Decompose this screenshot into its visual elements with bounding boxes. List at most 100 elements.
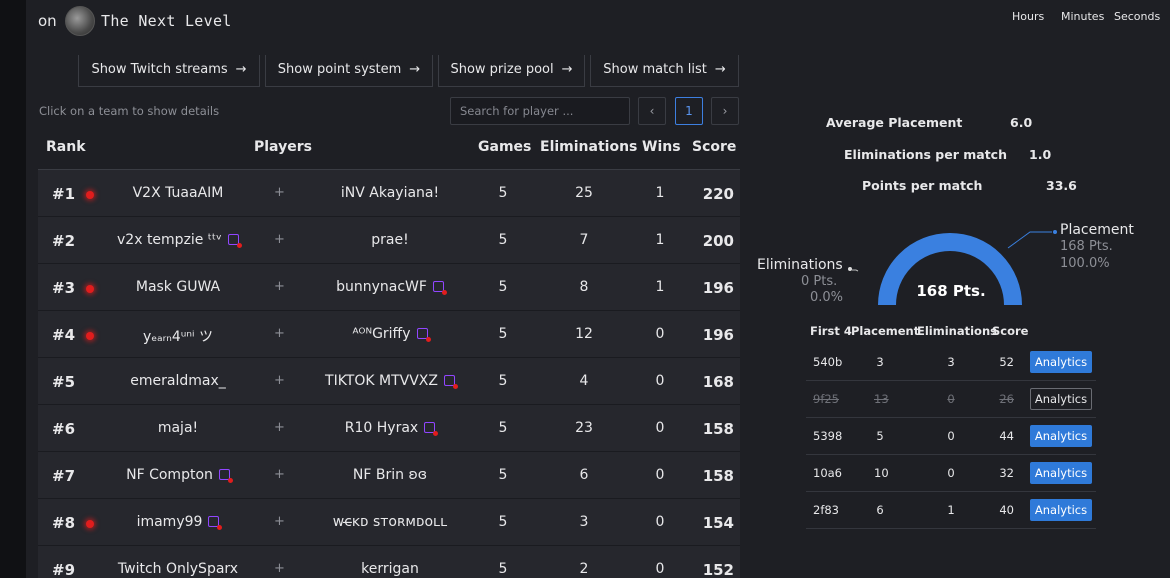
games-cell: 5 xyxy=(498,420,508,436)
show-match-list-button[interactable]: Show match list → xyxy=(590,55,739,87)
twitch-icon[interactable] xyxy=(424,422,439,436)
player-1-name: yₑₐᵣₙ4ᵘⁿⁱ ツ xyxy=(143,329,213,345)
player-1-cell[interactable]: yₑₐᵣₙ4ᵘⁿⁱ ツ xyxy=(78,326,278,346)
twitch-icon[interactable] xyxy=(443,375,458,389)
player-2-cell[interactable]: kerrigan xyxy=(310,561,470,577)
score-cell: 158 xyxy=(702,420,734,438)
player-1-cell[interactable]: maja! xyxy=(78,420,278,436)
gauge-center-value: 168 Pts. xyxy=(916,282,986,300)
twitch-icon[interactable] xyxy=(218,469,233,483)
team-row[interactable]: #9 Twitch OnlySparx + kerrigan 5 2 0 152 xyxy=(38,546,740,578)
arrow-right-icon: → xyxy=(409,62,421,77)
match-id: 10a6 xyxy=(813,466,842,480)
analytics-button[interactable]: Analytics xyxy=(1030,425,1092,447)
elims-per-match-value: 1.0 xyxy=(1029,147,1052,162)
player-search-input[interactable] xyxy=(450,97,630,125)
eliminations-cell: 6 xyxy=(579,467,589,483)
arrow-right-icon: → xyxy=(714,62,726,77)
player-2-name: prae! xyxy=(371,232,409,248)
wins-cell: 0 xyxy=(655,373,665,389)
twitch-icon[interactable] xyxy=(208,516,223,530)
next-page-button[interactable]: › xyxy=(711,97,739,125)
placement-gauge-pct: 100.0% xyxy=(1060,256,1110,271)
games-cell: 5 xyxy=(498,185,508,201)
player-2-cell[interactable]: iNV Akayiana! xyxy=(310,185,470,201)
player-1-cell[interactable]: NF Compton xyxy=(78,467,278,483)
show-prize-pool-button[interactable]: Show prize pool → xyxy=(438,55,585,87)
team-row[interactable]: #4 yₑₐᵣₙ4ᵘⁿⁱ ツ + ᴬᴼᴺGriffy 5 12 0 196 xyxy=(38,311,740,358)
show-point-system-button[interactable]: Show point system → xyxy=(265,55,433,87)
score-cell: 168 xyxy=(702,373,734,391)
player-2-cell[interactable]: wᴄ̶ᴋᴅ sᴛᴏʀᴍᴅᴏʟʟ xyxy=(310,514,470,530)
player-2-cell[interactable]: prae! xyxy=(310,232,470,248)
player-1-name: Twitch OnlySparx xyxy=(117,561,239,577)
prev-page-button[interactable]: ‹ xyxy=(638,97,666,125)
team-row[interactable]: #7 NF Compton + NF Brin ʚɞ 5 6 0 158 xyxy=(38,452,740,499)
current-page-button[interactable]: 1 xyxy=(675,97,703,125)
match-row: 2f83 6 1 40 Analytics xyxy=(806,493,1096,529)
rank-cell: #9 xyxy=(52,561,76,578)
games-cell: 5 xyxy=(498,467,508,483)
placement-gauge-pts: 168 Pts. xyxy=(1060,239,1113,254)
player-1-cell[interactable]: Mask GUWA xyxy=(78,279,278,295)
show-twitch-streams-button[interactable]: Show Twitch streams → xyxy=(78,55,260,87)
team-row[interactable]: #6 maja! + R10 Hyrax 5 23 0 158 xyxy=(38,405,740,452)
analytics-button[interactable]: Analytics xyxy=(1030,388,1092,410)
placement-leader-dot xyxy=(1053,230,1057,234)
team-row[interactable]: #5 emeraldmax_ + TIKTOK MTVVXZ 5 4 0 168 xyxy=(38,358,740,405)
rank-cell: #7 xyxy=(52,467,76,485)
rank-cell: #6 xyxy=(52,420,76,438)
analytics-button[interactable]: Analytics xyxy=(1030,462,1092,484)
team-row[interactable]: #1 V2X TuaaAIM + iNV Akayiana! 5 25 1 220 xyxy=(38,170,740,217)
match-row: 9f25 13 0 26 Analytics xyxy=(806,382,1096,418)
elims-leader-dot xyxy=(848,267,852,271)
player-2-name: iNV Akayiana! xyxy=(340,185,440,201)
rank-cell: #8 xyxy=(52,514,76,532)
player-2-cell[interactable]: bunnynacWF xyxy=(310,279,470,295)
plus-icon: + xyxy=(274,326,285,341)
match-eliminations: 3 xyxy=(947,355,955,369)
wins-cell: 1 xyxy=(655,279,665,295)
match-placement: 10 xyxy=(874,466,889,480)
seconds-label: Seconds xyxy=(1114,10,1161,23)
elims-gauge-label: Eliminations xyxy=(757,257,843,273)
score-header: Score xyxy=(992,324,1029,338)
wins-cell: 0 xyxy=(655,326,665,342)
team-row[interactable]: #3 Mask GUWA + bunnynacWF 5 8 1 196 xyxy=(38,264,740,311)
analytics-button[interactable]: Analytics xyxy=(1030,351,1092,373)
player-2-name: wᴄ̶ᴋᴅ sᴛᴏʀᴍᴅᴏʟʟ xyxy=(332,514,448,530)
player-2-name: kerrigan xyxy=(361,561,419,577)
twitch-icon[interactable] xyxy=(416,328,431,342)
player-2-name: ᴬᴼᴺGriffy xyxy=(352,326,411,342)
score-cell: 200 xyxy=(702,232,734,250)
player-2-cell[interactable]: TIKTOK MTVVXZ xyxy=(310,373,470,389)
player-2-cell[interactable]: R10 Hyrax xyxy=(310,420,470,436)
twitch-icon[interactable] xyxy=(432,281,447,295)
player-1-cell[interactable]: v2x tempzie ᵗᵗᵛ xyxy=(78,232,278,248)
match-id: 9f25 xyxy=(813,392,839,406)
player-1-cell[interactable]: Twitch OnlySparx xyxy=(78,561,278,577)
player-1-cell[interactable]: emeraldmax_ xyxy=(78,373,278,389)
team-row[interactable]: #8 imamy99 + wᴄ̶ᴋᴅ sᴛᴏʀᴍᴅᴏʟʟ 5 3 0 154 xyxy=(38,499,740,546)
score-cell: 220 xyxy=(702,185,734,203)
score-cell: 152 xyxy=(702,561,734,578)
twitch-icon[interactable] xyxy=(227,234,242,248)
player-2-cell[interactable]: NF Brin ʚɞ xyxy=(310,467,470,483)
player-2-cell[interactable]: ᴬᴼᴺGriffy xyxy=(310,326,470,342)
wins-cell: 0 xyxy=(655,420,665,436)
team-row[interactable]: #2 v2x tempzie ᵗᵗᵛ + prae! 5 7 1 200 xyxy=(38,217,740,264)
placement-leader-line xyxy=(1007,231,1052,249)
eliminations-header: Eliminations xyxy=(540,139,638,155)
analytics-button[interactable]: Analytics xyxy=(1030,499,1092,521)
rank-cell: #2 xyxy=(52,232,76,250)
first4-header: First 4 xyxy=(810,324,852,338)
plus-icon: + xyxy=(274,279,285,294)
plus-icon: + xyxy=(274,420,285,435)
player-1-cell[interactable]: imamy99 xyxy=(78,514,278,530)
eliminations-cell: 7 xyxy=(579,232,589,248)
wins-cell: 1 xyxy=(655,232,665,248)
rank-cell: #3 xyxy=(52,279,76,297)
player-1-cell[interactable]: V2X TuaaAIM xyxy=(78,185,278,201)
eliminations-cell: 2 xyxy=(579,561,589,577)
hours-label: Hours xyxy=(1012,10,1045,23)
